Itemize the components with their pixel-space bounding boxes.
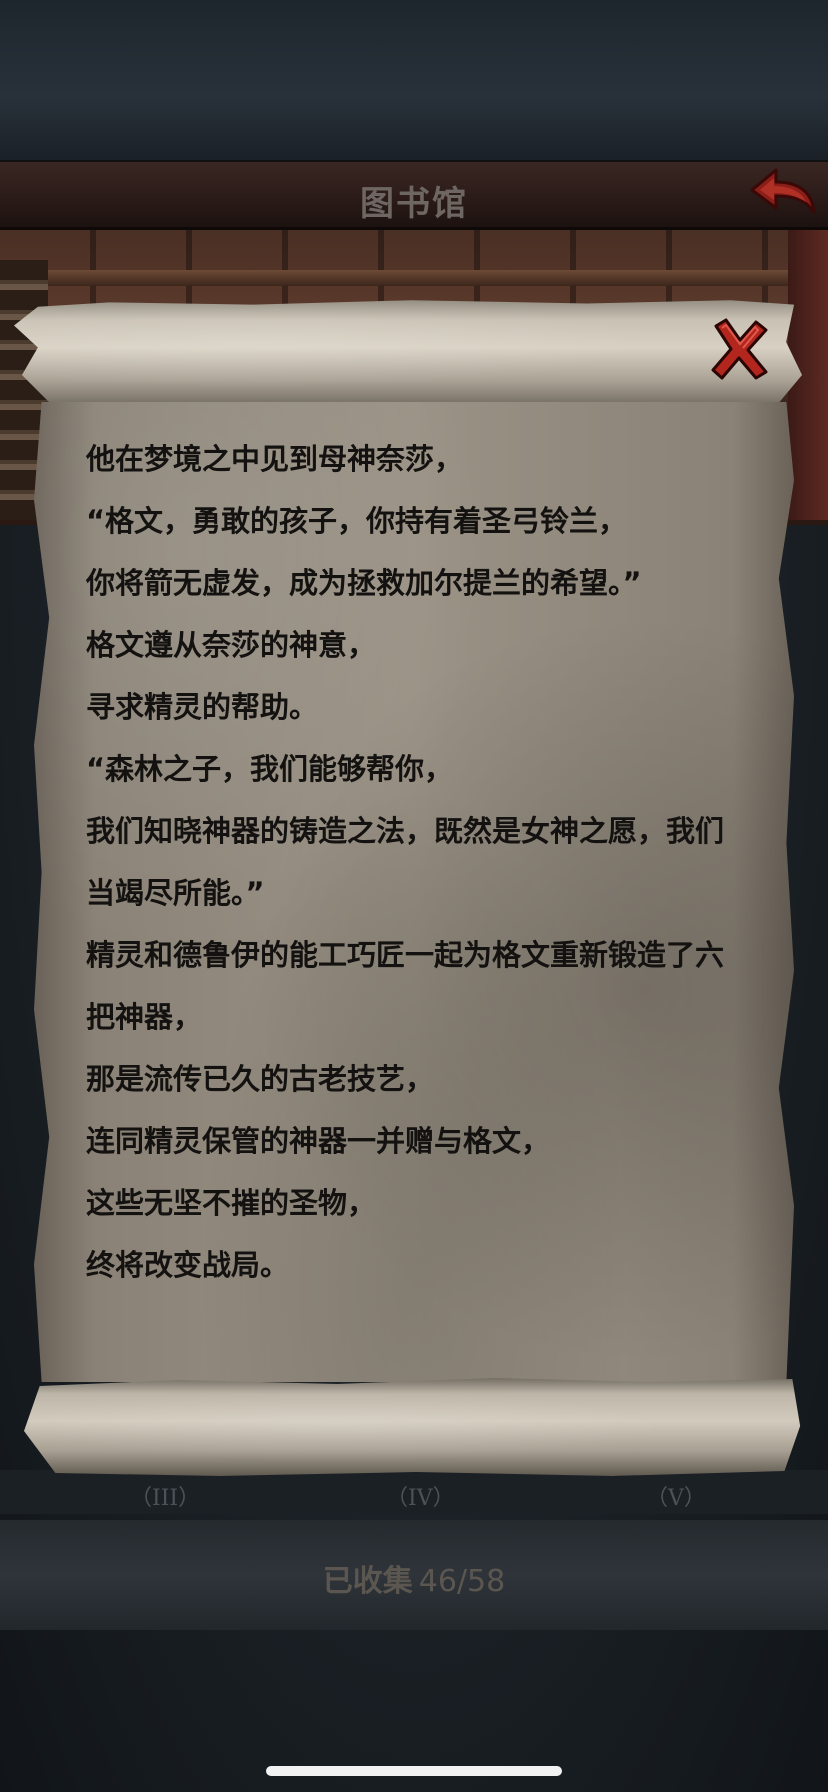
back-button[interactable] <box>746 166 818 222</box>
story-line: 你将箭无虚发，成为拯救加尔提兰的希望。” <box>86 566 642 600</box>
story-line: 这些无坚不摧的圣物， <box>86 1186 377 1220</box>
story-line: 我们知晓神器的铸造之法，既然是女神之愿，我们 <box>86 814 725 848</box>
story-text: 他在梦境之中见到母神奈莎， “格文，勇敢的孩子，你持有着圣弓铃兰， 你将箭无虚发… <box>86 428 766 1296</box>
story-line: 寻求精灵的帮助。 <box>86 690 319 724</box>
top-background <box>0 0 828 162</box>
story-line: “格文，勇敢的孩子，你持有着圣弓铃兰， <box>86 504 628 538</box>
gallery-label-5[interactable]: （V） <box>646 1480 706 1512</box>
scroll-bottom-roll <box>24 1378 801 1476</box>
story-line: 终将改变战局。 <box>86 1248 290 1282</box>
collected-label: 已收集 <box>322 1564 413 1599</box>
story-line: 格文遵从奈莎的神意， <box>86 628 377 662</box>
back-arrow-icon <box>750 168 816 214</box>
collected-bar: 已收集 46/58 <box>0 1520 828 1630</box>
page-title: 图书馆 <box>360 184 468 224</box>
collected-status: 已收集 46/58 <box>0 1556 828 1600</box>
home-indicator[interactable] <box>266 1766 562 1776</box>
story-line: “森林之子，我们能够帮你， <box>86 752 454 786</box>
story-line: 那是流传已久的古老技艺， <box>86 1062 435 1096</box>
story-line: 当竭尽所能。” <box>86 876 265 910</box>
story-line: 把神器， <box>86 1000 203 1034</box>
title-bar: 图书馆 <box>0 160 828 230</box>
story-line: 他在梦境之中见到母神奈莎， <box>86 442 464 476</box>
story-line: 连同精灵保管的神器一并赠与格文， <box>86 1124 551 1158</box>
story-line: 精灵和德鲁伊的能工巧匠一起为格文重新锻造了六 <box>86 938 725 972</box>
gallery-label-3[interactable]: （III） <box>130 1480 200 1512</box>
scroll-top-roll <box>14 300 803 408</box>
close-button[interactable] <box>708 316 772 382</box>
close-x-icon <box>711 318 768 380</box>
gallery-label-4[interactable]: （IV） <box>386 1480 455 1512</box>
collected-count: 46/58 <box>418 1564 506 1599</box>
